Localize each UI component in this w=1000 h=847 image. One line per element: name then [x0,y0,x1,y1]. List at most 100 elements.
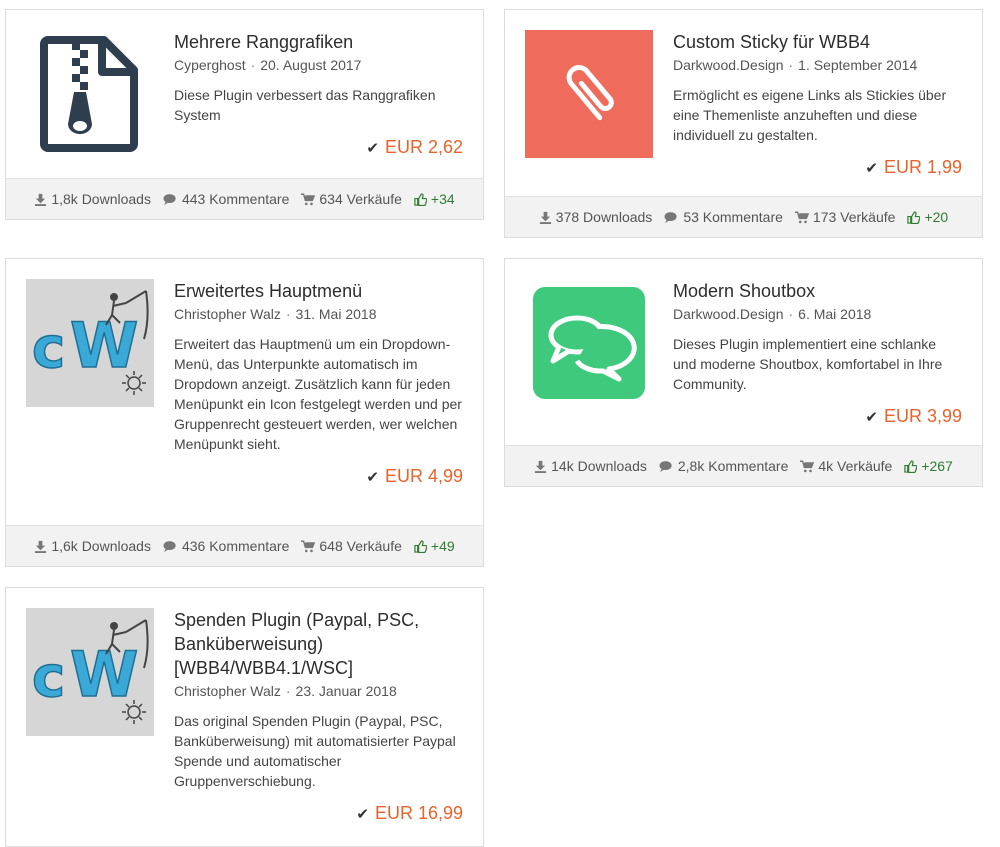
meta-separator: · [788,57,794,73]
chat-bubbles-icon [533,287,645,399]
sales-count: 648 Verkäufe [319,538,402,554]
plugin-date: 6. Mai 2018 [798,306,872,322]
check-icon: ✔ [865,409,878,426]
meta-separator: · [788,306,794,322]
likes-count: +49 [430,538,455,554]
comments-count: 2,8k Kommentare [677,458,789,474]
comments-stat: 53 Kommentare [664,209,783,225]
plugin-thumbnail[interactable]: c W [26,279,154,407]
plugin-title[interactable]: Mehrere Ranggrafiken [174,30,463,54]
downloads-stat: 14k Downloads [534,458,647,474]
cw-logo: c W [26,279,154,407]
check-icon: ✔ [366,140,379,157]
plugin-price: EUR 3,99 [883,406,962,426]
plugin-date: 20. August 2017 [260,57,362,73]
plugin-date: 23. Januar 2018 [295,683,397,699]
meta-separator: · [285,306,291,322]
plugin-title[interactable]: Erweitertes Hauptmenü [174,279,463,303]
plugin-description: Dieses Plugin implementiert eine schlank… [673,336,943,392]
card-footer: 14k Downloads 2,8k Kommentare 4k Verkäuf… [505,445,982,486]
plugin-date: 1. September 2014 [798,57,918,73]
comments-stat: 443 Kommentare [163,191,289,207]
plugin-card[interactable]: c W Erweitertes Hauptmenü Christopher Wa… [5,258,484,567]
plugin-author[interactable]: Cyperghost [174,57,246,73]
plugin-description: Ermöglicht es eigene Links als Stickies … [673,87,947,143]
thumbs-up-icon [904,459,918,473]
comments-icon [664,211,677,223]
download-icon [535,460,547,473]
meta-separator: · [285,683,291,699]
plugin-title[interactable]: Modern Shoutbox [673,279,962,303]
plugin-thumbnail[interactable] [525,279,653,407]
plugin-date: 31. Mai 2018 [295,306,377,322]
logo-letter-c: c [32,316,65,381]
plugin-title[interactable]: Custom Sticky für WBB4 [673,30,962,54]
likes-count: +34 [430,191,455,207]
downloads-stat: 1,8k Downloads [34,191,151,207]
card-footer: 378 Downloads 53 Kommentare 173 Verkäufe… [505,196,982,237]
plugin-author[interactable]: Christopher Walz [174,306,281,322]
logo-letter-w: W [70,309,138,382]
card-footer: 1,6k Downloads 436 Kommentare 648 Verkäu… [6,525,483,566]
sales-count: 4k Verkäufe [818,458,893,474]
check-icon: ✔ [356,806,369,823]
sales-count: 173 Verkäufe [812,209,896,225]
plugin-price: EUR 16,99 [374,803,463,823]
check-icon: ✔ [366,469,379,486]
plugin-card[interactable]: Mehrere Ranggrafiken Cyperghost · 20. Augu… [5,9,484,220]
plugin-thumbnail[interactable] [26,30,154,158]
plugin-thumbnail[interactable]: c W [26,608,154,736]
likes-stat: +49 [414,538,455,554]
likes-stat: +20 [907,209,948,225]
downloads-count: 378 Downloads [555,209,653,225]
sales-stat: 4k Verkäufe [800,458,892,474]
comments-count: 436 Kommentare [181,538,290,554]
download-icon [539,211,551,224]
paperclip-icon [566,65,614,121]
thumbs-up-icon [414,539,427,553]
cart-icon [301,540,316,552]
logo-letter-w: W [70,638,138,711]
likes-count: +267 [921,458,953,474]
sales-stat: 648 Verkäufe [301,538,402,554]
cart-icon [800,460,815,472]
sales-stat: 634 Verkäufe [301,191,402,207]
cw-logo: c W [26,608,154,736]
plugin-price: EUR 1,99 [883,157,962,177]
price-row: ✔ EUR 4,99 [174,464,463,490]
zip-file-icon [40,36,138,152]
price-row: ✔ EUR 2,62 [174,135,463,161]
likes-count: +20 [924,209,949,225]
plugin-card[interactable]: Custom Sticky für WBB4 Darkwood.Design · 1… [504,9,983,238]
meta-separator: · [250,57,256,73]
comments-count: 53 Kommentare [683,209,783,225]
download-icon [35,540,47,553]
price-row: ✔ EUR 16,99 [174,801,463,827]
plugin-price: EUR 2,62 [384,137,463,157]
thumbs-up-icon [907,210,921,224]
downloads-count: 14k Downloads [551,458,647,474]
cart-icon [301,193,316,205]
card-footer: 1,8k Downloads 443 Kommentare 634 Verkäu… [6,178,483,219]
comments-count: 443 Kommentare [181,191,290,207]
downloads-stat: 1,6k Downloads [34,538,151,554]
likes-stat: +267 [904,458,953,474]
cart-icon [794,211,809,223]
download-icon [35,193,47,206]
plugin-author[interactable]: Darkwood.Design [673,306,784,322]
comments-stat: 2,8k Kommentare [659,458,789,474]
logo-letter-c: c [32,645,65,710]
comments-icon [163,540,176,552]
thumbs-up-icon [414,192,427,206]
plugin-author[interactable]: Christopher Walz [174,683,281,699]
plugin-description: Das original Spenden Plugin (Paypal, PSC… [174,713,456,789]
check-icon: ✔ [865,160,878,177]
downloads-count: 1,8k Downloads [51,191,151,207]
downloads-stat: 378 Downloads [539,209,653,225]
plugin-card[interactable]: c W Spenden Plugin (Paypal, PSC, Bankübe… [5,587,484,847]
plugin-author[interactable]: Darkwood.Design [673,57,784,73]
plugin-card[interactable]: Modern Shoutbox Darkwood.Design · 6. Mai 2… [504,258,983,487]
plugin-title[interactable]: Spenden Plugin (Paypal, PSC, Banküberwei… [174,608,463,680]
sales-stat: 173 Verkäufe [794,209,896,225]
plugin-thumbnail[interactable] [525,30,653,158]
